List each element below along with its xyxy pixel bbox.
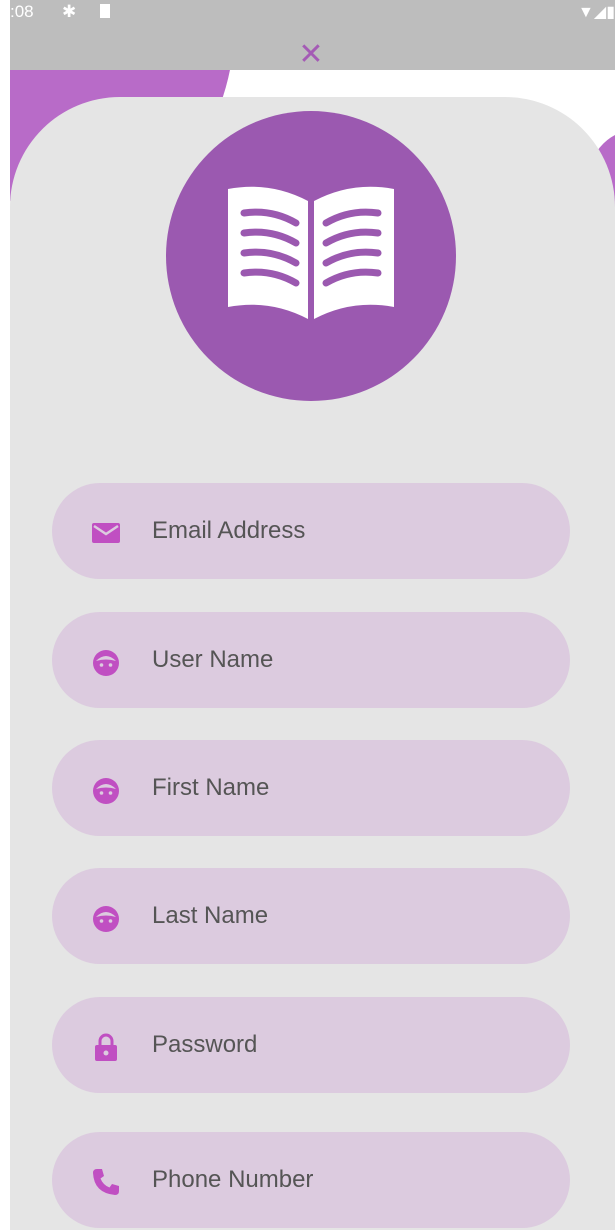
face-icon	[93, 906, 119, 932]
email-icon	[92, 523, 120, 543]
status-bar: :08 ✱ ▼◢▮ ✕	[10, 0, 615, 70]
app-logo	[166, 111, 456, 401]
status-time: :08	[10, 2, 34, 21]
gear-icon: ✱	[62, 2, 77, 21]
face-icon	[93, 650, 119, 676]
first-name-field[interactable]: First Name	[52, 740, 570, 836]
lock-icon	[95, 1033, 117, 1061]
password-field[interactable]: Password	[52, 997, 570, 1093]
phone-number-placeholder: Phone Number	[152, 1166, 314, 1193]
email-field[interactable]: Email Address	[52, 483, 570, 579]
close-button[interactable]: ✕	[296, 40, 326, 70]
username-placeholder: User Name	[152, 646, 274, 673]
phone-number-field[interactable]: Phone Number	[52, 1132, 570, 1228]
phone-icon	[93, 1169, 119, 1195]
last-name-placeholder: Last Name	[152, 902, 269, 929]
last-name-field[interactable]: Last Name	[52, 868, 570, 964]
signal-icon: ▼◢▮	[578, 4, 615, 21]
sd-card-icon	[100, 4, 110, 18]
open-book-icon	[228, 186, 394, 319]
username-field[interactable]: User Name	[52, 612, 570, 708]
email-placeholder: Email Address	[152, 517, 306, 544]
password-placeholder: Password	[152, 1031, 258, 1058]
face-icon	[93, 778, 119, 804]
screen: :08 ✱ ▼◢▮ ✕ Email Address User Name Firs…	[10, 0, 615, 1230]
signup-card: Email Address User Name First Name Last …	[10, 97, 615, 1230]
first-name-placeholder: First Name	[152, 774, 270, 801]
